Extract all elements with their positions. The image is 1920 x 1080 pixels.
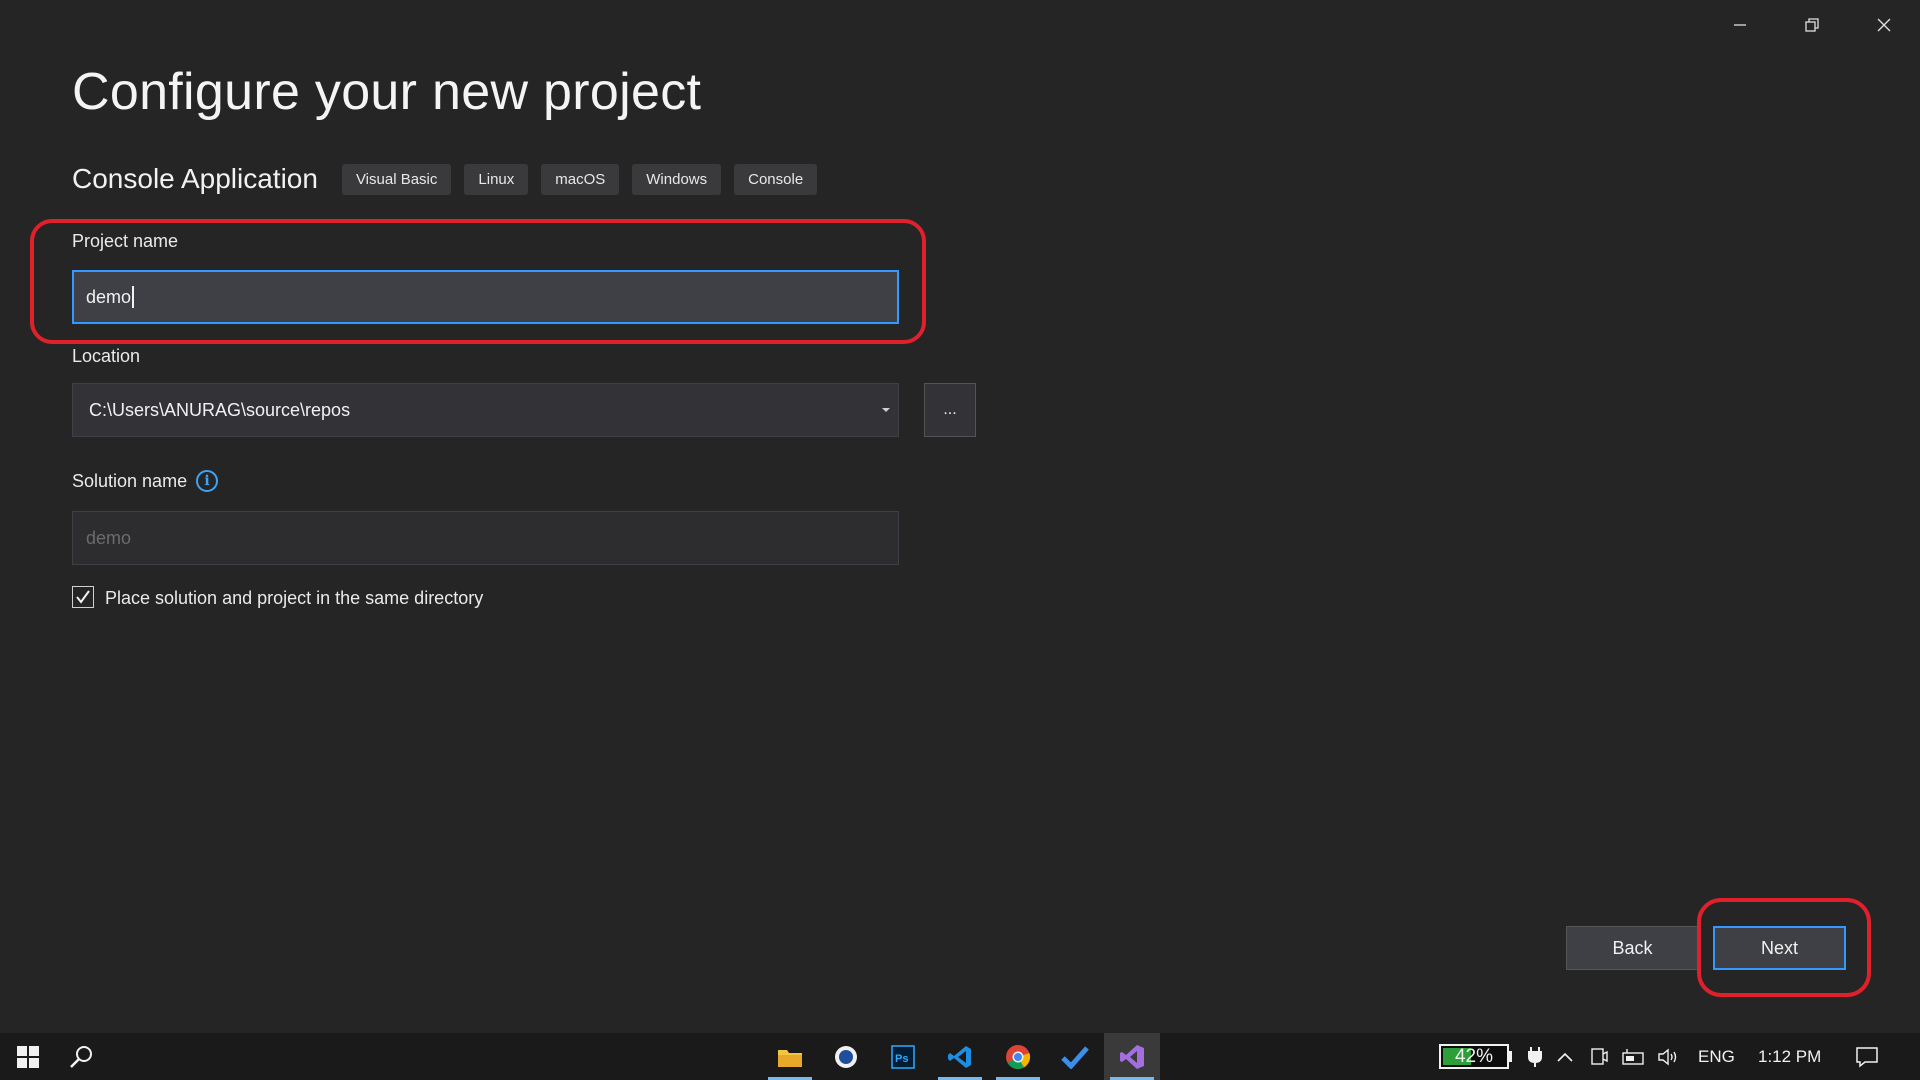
minimize-button[interactable] xyxy=(1704,0,1776,50)
taskbar-file-explorer[interactable] xyxy=(762,1033,818,1080)
camera-icon[interactable] xyxy=(1584,1033,1614,1080)
same-directory-checkbox[interactable] xyxy=(72,586,94,608)
page-title: Configure your new project xyxy=(72,63,702,121)
todo-icon xyxy=(1061,1045,1089,1069)
volume-icon[interactable] xyxy=(1652,1033,1686,1080)
action-center-icon xyxy=(1856,1046,1878,1068)
visual-studio-icon xyxy=(1120,1044,1144,1069)
tag-visual-basic: Visual Basic xyxy=(341,163,452,195)
app-icon xyxy=(835,1045,857,1068)
next-button-highlight xyxy=(1697,898,1871,997)
taskbar-app[interactable] xyxy=(818,1033,874,1080)
taskbar-todo[interactable] xyxy=(1047,1033,1103,1080)
windows-logo-icon xyxy=(17,1045,39,1068)
checkmark-icon xyxy=(76,590,90,604)
tag-console: Console xyxy=(734,163,818,195)
template-name: Console Application xyxy=(72,163,318,194)
tag-macos: macOS xyxy=(541,163,620,195)
close-button[interactable] xyxy=(1848,0,1920,50)
close-icon xyxy=(1877,18,1891,32)
chevron-down-icon[interactable] xyxy=(882,408,890,412)
power-plug-icon[interactable] xyxy=(1520,1033,1550,1080)
taskbar-photoshop[interactable]: Ps xyxy=(875,1033,931,1080)
svg-text:Ps: Ps xyxy=(895,1053,908,1065)
project-name-highlight xyxy=(30,219,926,344)
battery-percent: 42% xyxy=(1454,1045,1494,1067)
notifications-button[interactable] xyxy=(1842,1033,1892,1080)
taskbar-vscode[interactable] xyxy=(932,1033,988,1080)
chevron-up-icon[interactable] xyxy=(1550,1033,1580,1080)
solution-name-input: demo xyxy=(72,511,899,565)
restore-icon xyxy=(1805,18,1819,32)
solution-name-label: Solution name xyxy=(72,471,188,491)
taskbar-chrome[interactable] xyxy=(990,1033,1046,1080)
vscode-icon xyxy=(948,1045,971,1068)
restore-button[interactable] xyxy=(1776,0,1848,50)
location-combobox[interactable]: C:\Users\ANURAG\source\repos xyxy=(72,383,899,437)
same-directory-label: Place solution and project in the same d… xyxy=(105,588,484,608)
browse-button[interactable]: ... xyxy=(924,383,976,437)
location-value: C:\Users\ANURAG\source\repos xyxy=(89,399,351,420)
battery-indicator[interactable]: 42% xyxy=(1439,1044,1509,1069)
photoshop-icon: Ps xyxy=(891,1044,915,1069)
back-button[interactable]: Back xyxy=(1566,926,1699,970)
window-controls xyxy=(1704,0,1920,50)
language-indicator[interactable]: ENG xyxy=(1698,1033,1735,1080)
tag-windows: Windows xyxy=(632,163,722,195)
location-label: Location xyxy=(72,346,141,366)
start-button[interactable] xyxy=(0,1033,56,1080)
tag-linux: Linux xyxy=(464,163,529,195)
network-icon[interactable] xyxy=(1618,1033,1648,1080)
taskbar-visual-studio[interactable] xyxy=(1104,1033,1160,1080)
search-button[interactable] xyxy=(54,1033,110,1080)
chrome-icon xyxy=(1006,1044,1031,1069)
file-explorer-icon xyxy=(778,1049,802,1067)
solution-name-placeholder: demo xyxy=(86,527,132,548)
clock[interactable]: 1:12 PM xyxy=(1758,1033,1821,1080)
search-icon xyxy=(70,1045,92,1068)
battery-terminal xyxy=(1509,1051,1512,1062)
template-info: Console Application Visual Basic Linux m… xyxy=(72,163,830,195)
info-icon[interactable]: i xyxy=(196,470,218,492)
taskbar: Ps 42% ENG 1:12 PM xyxy=(0,1033,1920,1080)
minimize-icon xyxy=(1734,24,1746,26)
